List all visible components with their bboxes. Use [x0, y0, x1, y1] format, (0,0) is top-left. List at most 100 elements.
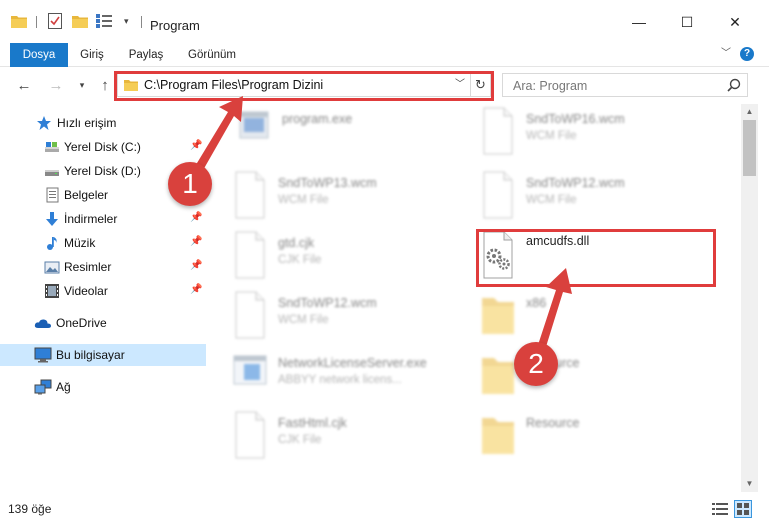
expand-ribbon-chevron-icon[interactable]: ﹀: [720, 48, 732, 60]
sidebar-item-videos[interactable]: Videolar 📌: [0, 280, 206, 302]
video-icon: [44, 283, 60, 299]
sidebar-item-label: Resimler: [64, 260, 112, 274]
search-box[interactable]: Ara: Program: [502, 73, 748, 97]
file-icon: [478, 106, 518, 156]
cloud-icon: [34, 315, 51, 331]
search-input[interactable]: Ara: Program: [513, 79, 587, 93]
tab-file[interactable]: Dosya: [10, 43, 68, 67]
close-button[interactable]: ✕: [712, 10, 758, 34]
item-count: 139 öğe: [8, 502, 52, 516]
file-name: SndToWP16.wcm: [526, 112, 625, 126]
file-name: SndToWP12.wcm: [278, 296, 377, 310]
tab-home[interactable]: Giriş: [78, 43, 106, 67]
details-view-icon[interactable]: [712, 502, 728, 516]
scrollbar-thumb[interactable]: [743, 120, 756, 176]
pin-icon[interactable]: 📌: [190, 140, 202, 151]
file-name: NetworkLicenseServer.exe: [278, 356, 427, 370]
up-arrow-icon[interactable]: ↑: [95, 76, 115, 94]
folder-item[interactable]: x86: [478, 290, 718, 348]
navigation-pane: Hızlı erişim Yerel Disk (C:) 📌 Yerel Dis…: [0, 104, 206, 492]
file-name: Resource: [526, 416, 580, 430]
pin-icon[interactable]: 📌: [190, 284, 202, 295]
recent-locations-chevron-icon[interactable]: ▾: [76, 76, 88, 94]
sidebar-item-label: Bu bilgisayar: [56, 348, 125, 362]
folder-icon[interactable]: [11, 12, 27, 30]
pin-icon[interactable]: 📌: [190, 260, 202, 271]
file-type: ABBYY network licens...: [278, 374, 402, 386]
sidebar-item-label: OneDrive: [56, 316, 107, 330]
step-marker-1: 1: [168, 162, 212, 206]
address-bar-highlight: [114, 71, 494, 101]
scroll-down-arrow-icon[interactable]: ▼: [741, 476, 758, 492]
help-icon[interactable]: ?: [740, 47, 754, 61]
status-bar: 139 öğe: [0, 494, 769, 530]
file-icon: [478, 170, 518, 220]
pin-icon[interactable]: 📌: [190, 212, 202, 223]
file-item[interactable]: SndToWP13.wcm WCM File: [230, 170, 470, 228]
drive-icon: [44, 139, 60, 155]
file-name: x86: [526, 296, 547, 310]
sidebar-item-onedrive[interactable]: OneDrive: [0, 312, 206, 334]
document-icon: [44, 187, 60, 203]
file-highlight: [476, 229, 716, 287]
sidebar-item-label: Belgeler: [64, 188, 109, 202]
file-name: SndToWP13.wcm: [278, 176, 377, 190]
file-name: FastHtml.cjk: [278, 416, 347, 430]
network-icon: [34, 379, 52, 395]
sidebar-item-music[interactable]: Müzik 📌: [0, 232, 206, 254]
file-type: CJK File: [278, 254, 322, 266]
file-icon: [230, 230, 270, 280]
sidebar-item-label: Yerel Disk (D:): [64, 164, 141, 178]
sidebar-item-label: İndirmeler: [64, 212, 118, 226]
new-folder-icon[interactable]: [72, 12, 88, 30]
toolbar-separator: [141, 16, 142, 28]
download-icon: [44, 211, 60, 227]
scroll-up-arrow-icon[interactable]: ▲: [741, 104, 758, 120]
folder-icon: [478, 290, 518, 340]
exe-icon: [234, 106, 274, 156]
tab-share[interactable]: Paylaş: [124, 43, 168, 67]
customize-toolbar-dropdown-icon[interactable]: ▾: [124, 12, 134, 30]
computer-icon: [34, 347, 52, 363]
file-item[interactable]: FastHtml.cjk CJK File: [230, 410, 470, 468]
forward-arrow-icon[interactable]: →: [46, 76, 66, 94]
file-item[interactable]: SndToWP16.wcm WCM File: [478, 106, 718, 164]
picture-icon: [44, 259, 60, 275]
search-icon[interactable]: [727, 78, 741, 92]
file-icon: [230, 290, 270, 340]
file-item[interactable]: program.exe: [234, 106, 474, 164]
folder-icon: [478, 350, 518, 400]
file-name: gtd.cjk: [278, 236, 315, 250]
minimize-button[interactable]: —: [616, 10, 662, 34]
file-item[interactable]: SndToWP12.wcm WCM File: [230, 290, 470, 348]
properties-check-icon[interactable]: [48, 12, 64, 30]
star-icon: [36, 115, 52, 131]
sidebar-item-pictures[interactable]: Resimler 📌: [0, 256, 206, 278]
pin-icon[interactable]: 📌: [190, 236, 202, 247]
back-arrow-icon[interactable]: ←: [14, 76, 34, 94]
folder-item[interactable]: Resource: [478, 410, 718, 468]
file-name: program.exe: [282, 112, 353, 126]
file-type: WCM File: [526, 194, 577, 206]
tab-view[interactable]: Görünüm: [188, 43, 236, 67]
file-item[interactable]: SndToWP12.wcm WCM File: [478, 170, 718, 228]
sidebar-item-label: Yerel Disk (C:): [64, 140, 141, 154]
file-icon: [230, 170, 270, 220]
sidebar-item-downloads[interactable]: İndirmeler 📌: [0, 208, 206, 230]
ribbon-tabs: Dosya Giriş Paylaş Görünüm ﹀ ?: [0, 43, 769, 67]
sidebar-item-quick-access[interactable]: Hızlı erişim: [0, 112, 206, 134]
toolbar-separator: [36, 16, 37, 28]
file-list: program.exe SndToWP16.wcm WCM File SndTo…: [206, 104, 741, 492]
folder-icon: [478, 410, 518, 460]
vertical-scrollbar[interactable]: ▲ ▼: [741, 104, 758, 492]
properties-icon[interactable]: [96, 12, 118, 30]
file-name: SndToWP12.wcm: [526, 176, 625, 190]
file-item[interactable]: gtd.cjk CJK File: [230, 230, 470, 288]
sidebar-item-this-pc[interactable]: Bu bilgisayar: [0, 344, 206, 366]
large-icons-view-icon[interactable]: [734, 500, 752, 518]
file-item[interactable]: NetworkLicenseServer.exe ABBYY network l…: [230, 350, 470, 408]
step-marker-2: 2: [514, 342, 558, 386]
maximize-button[interactable]: ☐: [664, 10, 710, 34]
sidebar-item-local-disk-c[interactable]: Yerel Disk (C:) 📌: [0, 136, 206, 158]
sidebar-item-network[interactable]: Ağ: [0, 376, 206, 398]
